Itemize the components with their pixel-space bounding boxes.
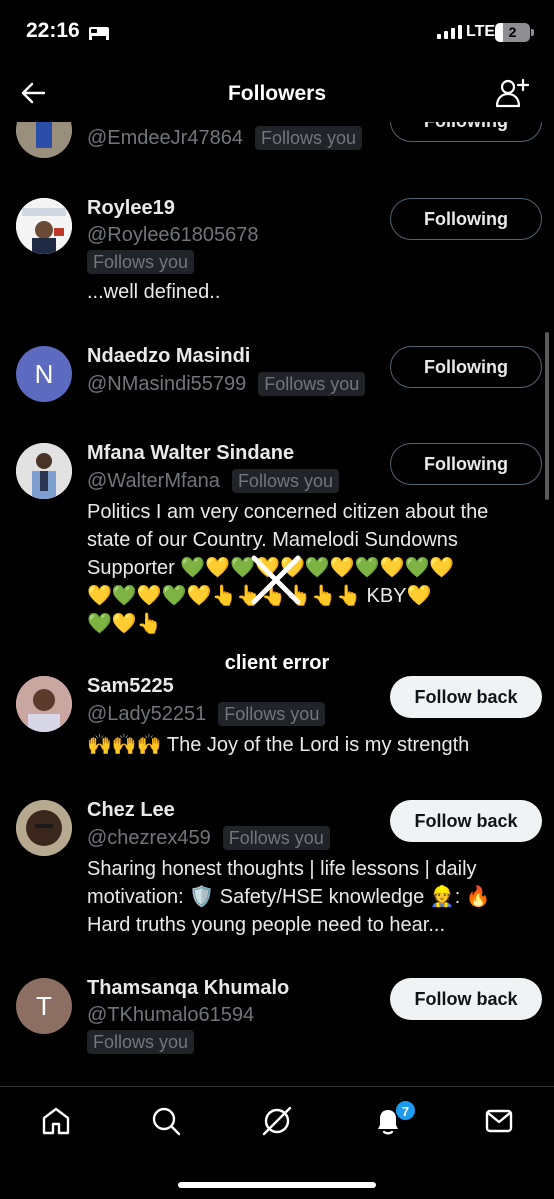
messages-icon[interactable]: [483, 1105, 515, 1137]
list-item[interactable]: Sam5225 @Lady52251 Follows you 🙌🙌🙌 The J…: [0, 670, 554, 770]
user-handle: @NMasindi55799: [87, 372, 247, 395]
bio-line: Sharing honest thoughts | life lessons |…: [87, 858, 477, 880]
user-name[interactable]: Sam5225: [87, 675, 174, 698]
follows-you-badge: Follows you: [87, 1030, 195, 1054]
list-item[interactable]: Mfana Walter Sindane @WalterMfana Follow…: [0, 437, 554, 637]
user-handle: @WalterMfana: [87, 469, 220, 492]
top-bar: Followers: [0, 66, 554, 122]
list-item[interactable]: N Ndaedzo Masindi @NMasindi55799 Follows…: [0, 340, 554, 420]
avatar-letter: N: [34, 358, 54, 389]
handle-line: @TKhumalo61594: [87, 1004, 254, 1027]
avatar[interactable]: [16, 198, 72, 254]
following-button[interactable]: Following: [390, 346, 542, 388]
follows-you-badge: Follows you: [258, 372, 366, 396]
follow-back-button[interactable]: Follow back: [390, 800, 542, 842]
bio-line: state of our Country. Mamelodi Sundowns: [87, 529, 458, 551]
user-bio: Sharing honest thoughts | life lessons |…: [87, 855, 532, 939]
avatar-letter: T: [36, 990, 52, 1021]
user-handle: @Lady52251: [87, 702, 207, 725]
list-item[interactable]: T Thamsanqa Khumalo @TKhumalo61594 Follo…: [0, 973, 554, 1063]
bio-line: Supporter 💚💛💚💛💛💚💛💚💛💚💛: [87, 557, 455, 579]
add-user-icon[interactable]: [495, 78, 529, 108]
error-message: client error: [224, 652, 330, 674]
handle-line: @NMasindi55799 Follows you: [87, 372, 366, 396]
bio-line: 💛💚💛💚💛👆👆👆👆👆👆 KBY💛: [87, 585, 432, 607]
follows-you-badge: Follows you: [222, 826, 330, 850]
user-bio: 🙌🙌🙌 The Joy of the Lord is my strength: [87, 734, 470, 756]
list-item[interactable]: Roylee19 @Roylee61805678 Follows you ...…: [0, 192, 554, 322]
user-name[interactable]: Ndaedzo Masindi: [87, 345, 250, 368]
follows-you-badge: Follows you: [254, 126, 362, 150]
page-title: Followers: [227, 82, 327, 105]
user-handle: @chezrex459: [87, 826, 211, 849]
avatar[interactable]: [16, 800, 72, 856]
home-icon[interactable]: [40, 1105, 72, 1137]
bio-line: motivation: 🛡️ Safety/HSE knowledge 👷: 🔥: [87, 886, 491, 908]
bio-line: 💚💛👆: [87, 613, 162, 635]
avatar[interactable]: T: [16, 978, 72, 1034]
avatar[interactable]: [16, 443, 72, 499]
grok-icon[interactable]: [261, 1105, 293, 1137]
avatar[interactable]: N: [16, 346, 72, 402]
user-handle: @TKhumalo61594: [87, 1004, 255, 1026]
user-bio: Politics I am very concerned citizen abo…: [87, 498, 532, 638]
user-name[interactable]: Thamsanqa Khumalo: [87, 977, 289, 1000]
bio-line: Hard truths young people need to hear...: [87, 914, 446, 936]
search-icon[interactable]: [150, 1105, 182, 1137]
list-item[interactable]: Chez Lee @chezrex459 Follows you Sharing…: [0, 794, 554, 954]
follow-back-button[interactable]: Follow back: [390, 978, 542, 1020]
handle-line: @WalterMfana Follows you: [87, 469, 339, 493]
badge-line: Follows you: [87, 1030, 195, 1054]
badge-line: Follows you: [87, 250, 195, 274]
following-button[interactable]: Following: [390, 443, 542, 485]
close-icon[interactable]: [250, 554, 302, 606]
user-handle: @EmdeeJr47864: [87, 126, 243, 149]
bottom-nav: 7: [0, 1086, 554, 1199]
handle-line: @chezrex459 Follows you: [87, 826, 330, 850]
user-bio: ...well defined..: [87, 281, 221, 303]
follows-you-badge: Follows you: [87, 250, 195, 274]
follows-you-badge: Follows you: [231, 469, 339, 493]
scrollbar[interactable]: [545, 332, 549, 500]
home-indicator[interactable]: [178, 1182, 376, 1188]
avatar[interactable]: [16, 676, 72, 732]
user-name[interactable]: Mfana Walter Sindane: [87, 442, 294, 465]
handle-line: @Roylee61805678: [87, 224, 259, 247]
follows-you-badge: Follows you: [218, 702, 326, 726]
bio-line: Politics I am very concerned citizen abo…: [87, 501, 489, 523]
handle-line: @EmdeeJr47864 Follows you: [87, 126, 362, 150]
notification-count-badge: 7: [395, 1100, 416, 1121]
following-button[interactable]: Following: [390, 198, 542, 240]
user-name[interactable]: Chez Lee: [87, 799, 175, 822]
handle-line: @Lady52251 Follows you: [87, 702, 326, 726]
user-handle: @Roylee61805678: [87, 224, 259, 246]
follow-back-button[interactable]: Follow back: [390, 676, 542, 718]
user-name[interactable]: Roylee19: [87, 197, 175, 220]
